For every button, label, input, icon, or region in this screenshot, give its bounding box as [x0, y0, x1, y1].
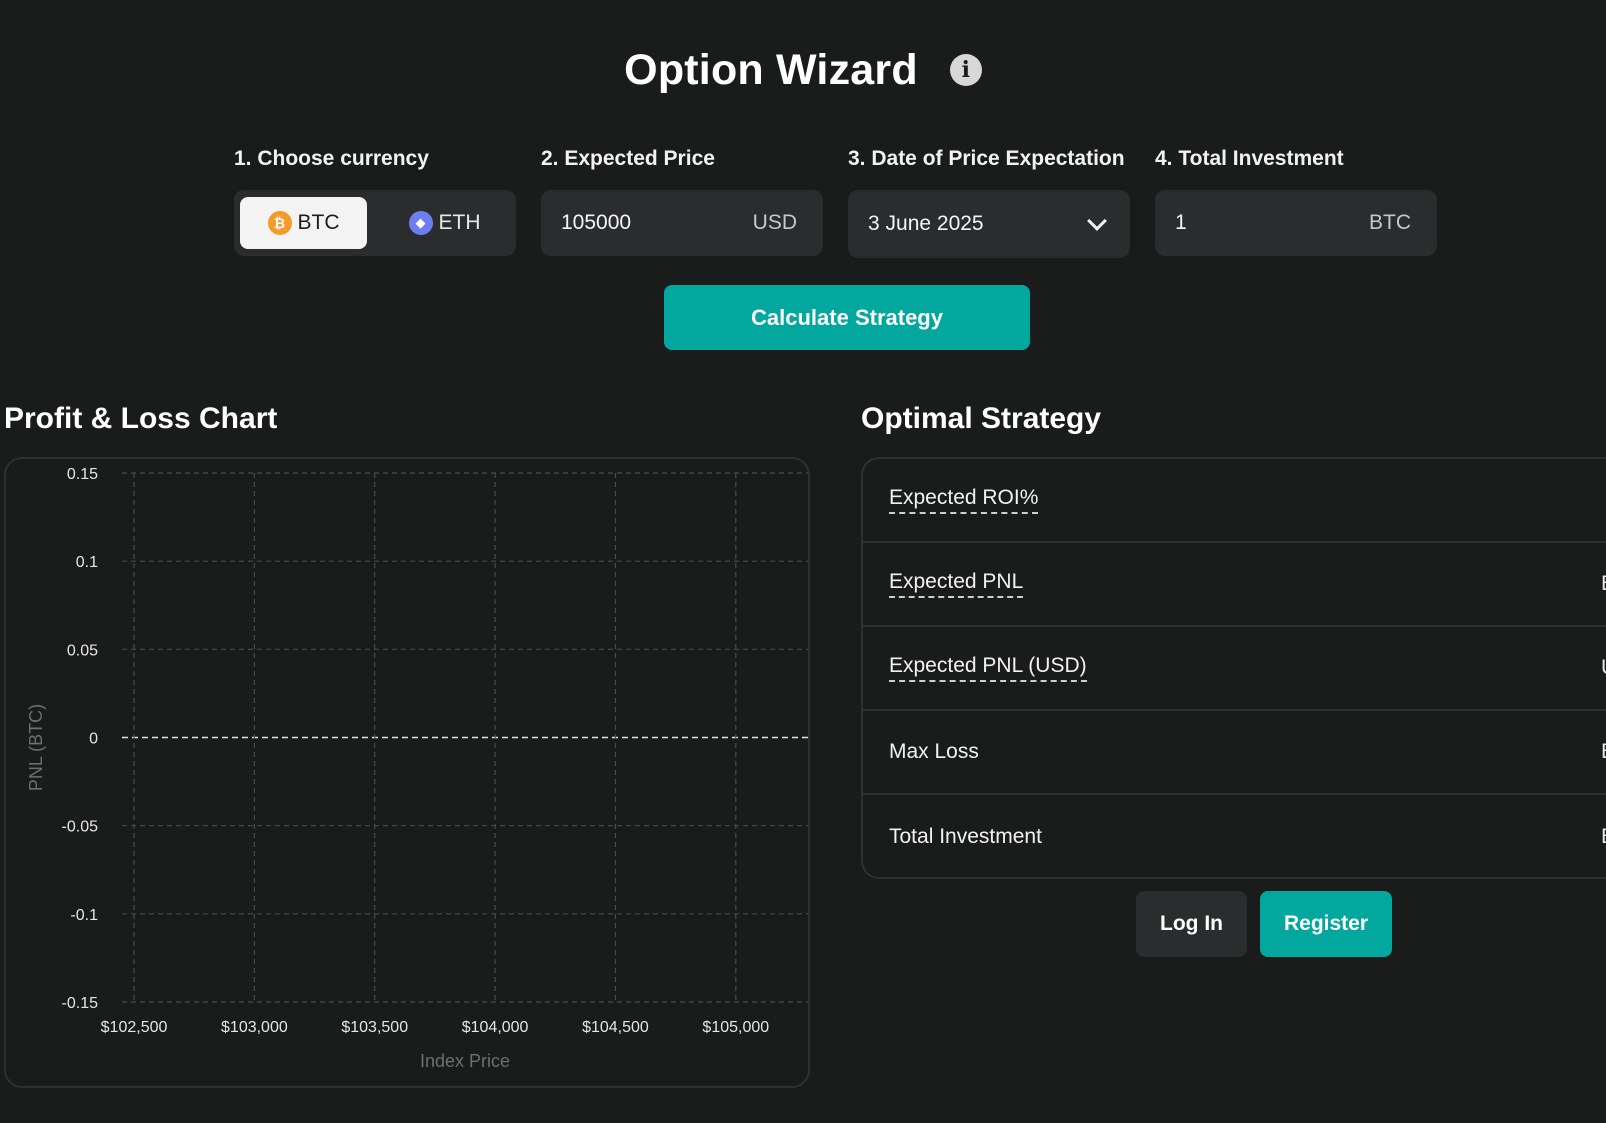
y-tick-label: -0.15: [62, 995, 99, 1012]
expected-price-value: 105000: [561, 211, 632, 234]
chevron-down-icon: [1087, 211, 1107, 231]
currency-label: 1. Choose currency: [234, 147, 429, 170]
optimal-strategy-title: Optimal Strategy: [861, 402, 1102, 435]
title-row: Option Wizard i: [0, 38, 1606, 102]
pnl-chart-title: Profit & Loss Chart: [4, 402, 278, 435]
currency-selector: ₿ BTC ◆ ETH: [234, 190, 516, 256]
currency-option-btc[interactable]: ₿ BTC: [240, 197, 367, 249]
pnl-chart-panel: 0.15 0.1 0.05 0 -0.05 -0.1 -0.15 $102,500 $103,0…: [4, 457, 810, 1088]
currency-option-eth[interactable]: ◆ ETH: [381, 197, 508, 249]
y-tick-label: 0.1: [76, 554, 98, 571]
currency-option-label: BTC: [297, 211, 340, 234]
y-axis-label: PNL (BTC): [26, 704, 46, 791]
strategy-label[interactable]: Expected PNL: [889, 570, 1024, 598]
strategy-row-expected-pnl-usd: Expected PNL (USD) U: [863, 627, 1606, 711]
date-value: 3 June 2025: [868, 212, 984, 235]
expected-price-input[interactable]: 105000 USD: [541, 190, 823, 256]
x-tick-label: $105,000: [702, 1019, 769, 1036]
total-investment-unit: BTC: [1369, 211, 1411, 234]
y-tick-label: -0.1: [70, 907, 98, 924]
info-icon[interactable]: i: [949, 54, 982, 86]
date-label: 3. Date of Price Expectation: [848, 147, 1125, 170]
total-investment-input[interactable]: 1 BTC: [1155, 190, 1437, 256]
x-tick-label: $103,500: [341, 1019, 408, 1036]
y-tick-label: 0.05: [67, 642, 98, 659]
strategy-label: Total Investment: [889, 825, 1042, 848]
y-tick-label: 0.15: [67, 466, 98, 483]
strategy-value: U: [1601, 656, 1606, 680]
x-tick-label: $102,500: [101, 1019, 168, 1036]
strategy-row-max-loss: Max Loss B: [863, 711, 1606, 795]
y-tick-label: -0.05: [62, 819, 99, 836]
strategy-label[interactable]: Expected PNL (USD): [889, 654, 1087, 682]
y-tick-label: 0: [89, 731, 98, 748]
strategy-panel: Expected ROI% Expected PNL B Expected PN…: [861, 457, 1606, 879]
x-tick-label: $104,000: [462, 1019, 529, 1036]
bitcoin-icon: ₿: [267, 211, 292, 235]
strategy-row-total-investment: Total Investment B: [863, 795, 1606, 879]
strategy-value: B: [1601, 572, 1606, 596]
pnl-chart: 0.15 0.1 0.05 0 -0.05 -0.1 -0.15$102,500 $103,0…: [26, 466, 808, 1071]
strategy-label[interactable]: Expected ROI%: [889, 486, 1039, 514]
calculate-strategy-button[interactable]: Calculate Strategy: [664, 285, 1030, 350]
strategy-value: B: [1601, 825, 1606, 849]
strategy-label: Max Loss: [889, 740, 979, 763]
x-tick-label: $104,500: [582, 1019, 649, 1036]
strategy-row-expected-roi: Expected ROI%: [863, 459, 1606, 543]
expected-price-unit: USD: [752, 211, 797, 234]
currency-option-label: ETH: [438, 211, 481, 234]
ethereum-icon: ◆: [408, 211, 433, 235]
total-investment-label: 4. Total Investment: [1155, 147, 1344, 170]
date-select[interactable]: 3 June 2025: [848, 190, 1130, 258]
x-tick-label: $103,000: [221, 1019, 288, 1036]
expected-price-label: 2. Expected Price: [541, 147, 715, 170]
strategy-value: B: [1601, 740, 1606, 764]
login-button[interactable]: Log In: [1136, 891, 1247, 957]
page-title: Option Wizard: [624, 45, 918, 94]
total-investment-value: 1: [1175, 211, 1187, 234]
register-button[interactable]: Register: [1260, 891, 1392, 957]
x-axis-label: Index Price: [420, 1051, 510, 1071]
strategy-row-expected-pnl: Expected PNL B: [863, 543, 1606, 627]
